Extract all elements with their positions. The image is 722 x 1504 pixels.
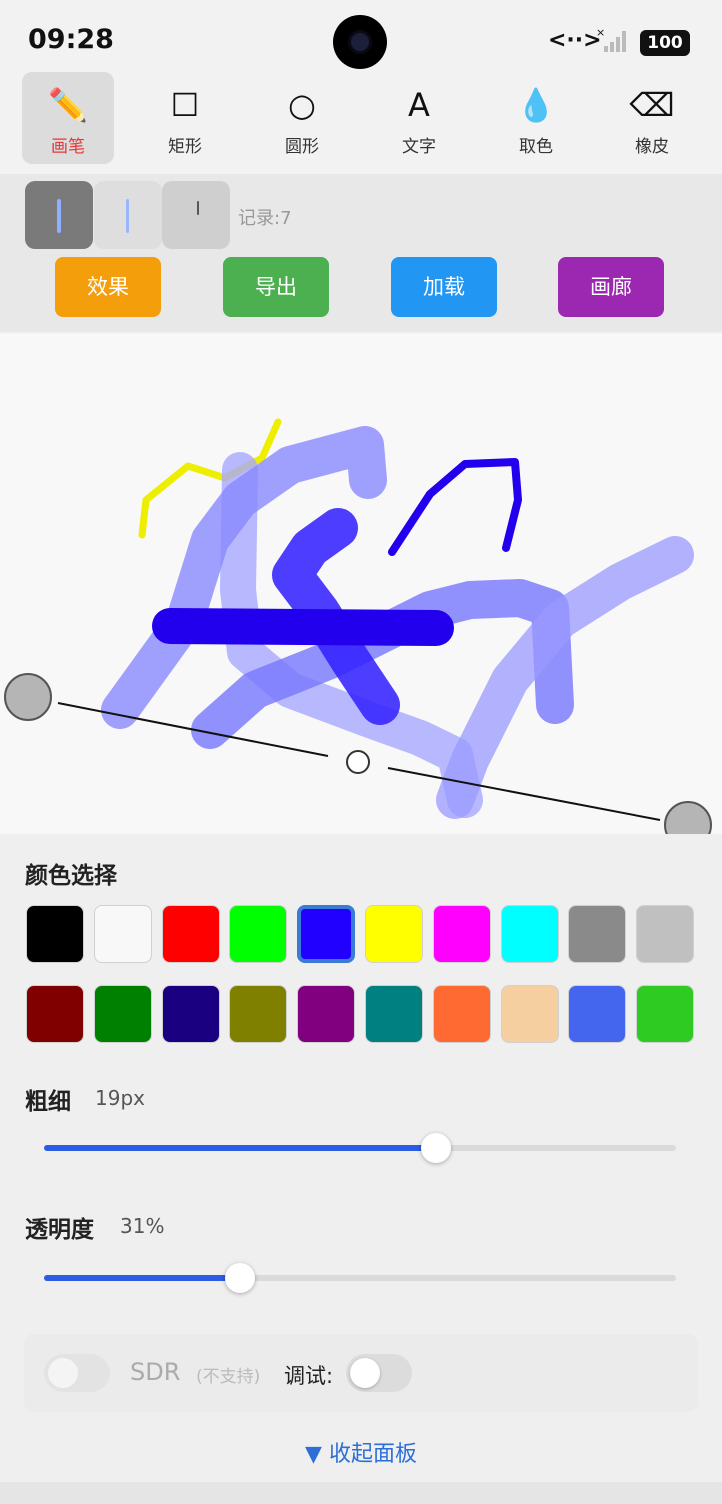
color-swatch[interactable] — [26, 985, 84, 1043]
color-swatch[interactable] — [636, 985, 695, 1043]
color-swatch[interactable] — [568, 985, 627, 1043]
color-swatch[interactable] — [432, 905, 491, 963]
color-swatch[interactable] — [365, 985, 423, 1043]
home-indicator-bar — [0, 1482, 722, 1504]
color-swatch[interactable] — [500, 985, 559, 1043]
history-thumb[interactable] — [162, 181, 230, 249]
debug-label: 调试: — [284, 1364, 334, 1388]
tool-dropper[interactable]: 💧 取色 — [490, 72, 582, 164]
tool-label: 圆形 — [285, 137, 319, 157]
sdr-toggle-knob — [48, 1358, 78, 1388]
color-swatch[interactable] — [161, 905, 220, 963]
history-count: 记录:7 — [238, 208, 292, 229]
size-value: 19px — [95, 1086, 145, 1110]
camera-cutout — [333, 15, 387, 69]
color-swatch[interactable] — [26, 905, 84, 963]
stroke-blue-bold — [152, 608, 454, 646]
color-swatch[interactable] — [297, 905, 356, 963]
circle-icon: ○ — [288, 86, 316, 124]
color-swatch[interactable] — [93, 905, 152, 963]
color-swatch[interactable] — [161, 985, 220, 1043]
transform-handle-left — [4, 673, 52, 721]
tool-label: 取色 — [519, 137, 553, 157]
action-button[interactable]: 导出 — [223, 257, 329, 317]
tool-eraser[interactable]: ⌫ 橡皮 — [606, 72, 698, 164]
transform-line — [57, 702, 329, 757]
size-slider-fill — [44, 1145, 436, 1151]
color-swatch[interactable] — [500, 905, 559, 963]
opacity-slider-fill — [44, 1275, 240, 1281]
color-swatch[interactable] — [297, 985, 356, 1043]
tool-label: 橡皮 — [635, 137, 669, 157]
network-icon: <··> — [548, 28, 602, 53]
eraser-icon: ⌫ — [629, 86, 675, 124]
sdr-label: SDR — [130, 1358, 181, 1386]
opacity-label: 透明度 — [25, 1217, 94, 1243]
color-section-title: 颜色选择 — [25, 863, 117, 889]
color-swatch[interactable] — [365, 905, 423, 963]
history-thumb[interactable] — [25, 181, 93, 249]
size-label: 粗细 — [25, 1089, 71, 1115]
debug-toggle[interactable] — [346, 1354, 412, 1392]
dropper-icon: 💧 — [516, 86, 556, 124]
rotate-handle — [346, 750, 370, 774]
tool-label: 矩形 — [168, 137, 202, 157]
transform-line — [387, 767, 661, 821]
battery-icon: 100 — [640, 30, 690, 56]
pencil-icon: ✏️ — [48, 86, 88, 124]
color-swatch[interactable] — [93, 985, 152, 1043]
color-swatch[interactable] — [568, 905, 627, 963]
action-button[interactable]: 效果 — [55, 257, 161, 317]
debug-toggle-knob — [350, 1358, 380, 1388]
color-swatch[interactable] — [229, 905, 288, 963]
opacity-slider-knob[interactable] — [224, 1263, 255, 1293]
tool-pencil[interactable]: ✏️ 画笔 — [22, 72, 114, 164]
color-swatch[interactable] — [229, 985, 288, 1043]
color-swatch[interactable] — [432, 985, 491, 1043]
action-button[interactable]: 画廊 — [558, 257, 664, 317]
history-thumb[interactable] — [94, 181, 162, 249]
signal-icon: × — [596, 26, 626, 52]
action-button[interactable]: 加载 — [391, 257, 497, 317]
tool-rectangle[interactable]: ☐ 矩形 — [139, 72, 231, 164]
stroke-blue-thin — [388, 458, 522, 556]
tool-text[interactable]: A 文字 — [373, 72, 465, 164]
status-time: 09:28 — [28, 24, 114, 55]
text-icon: A — [408, 86, 430, 124]
transform-handle-right — [664, 801, 712, 834]
size-slider-knob[interactable] — [420, 1133, 451, 1163]
color-swatch[interactable] — [636, 905, 695, 963]
tool-label: 画笔 — [51, 137, 85, 157]
collapse-panel-button[interactable]: ▼ 收起面板 — [0, 1436, 722, 1468]
size-slider[interactable] — [44, 1133, 676, 1163]
tool-circle[interactable]: ○ 圆形 — [256, 72, 348, 164]
sdr-unsupported-note: (不支持) — [196, 1367, 261, 1387]
rectangle-icon: ☐ — [170, 86, 200, 124]
sdr-toggle[interactable] — [44, 1354, 110, 1392]
svg-text:×: × — [596, 26, 605, 39]
opacity-slider[interactable] — [44, 1263, 676, 1293]
opacity-value: 31% — [120, 1214, 165, 1238]
tool-label: 文字 — [402, 137, 436, 157]
drawing-canvas[interactable] — [0, 334, 722, 834]
